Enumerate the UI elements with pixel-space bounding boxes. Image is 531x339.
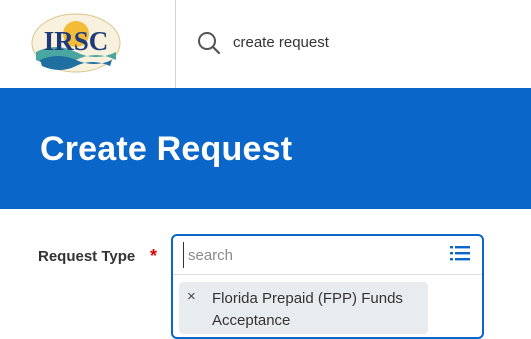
request-type-search-input[interactable] [183, 242, 438, 268]
required-marker: * [150, 246, 158, 266]
top-bar: IRSC create request [0, 0, 531, 88]
irsc-logo[interactable]: IRSC [30, 12, 122, 74]
logo-text: IRSC [44, 26, 109, 56]
selected-item-pill[interactable]: × Florida Prepaid (FPP) Funds Acceptance [179, 282, 428, 334]
header-divider [175, 0, 176, 88]
close-icon[interactable]: × [187, 288, 196, 305]
page-title-banner: Create Request [0, 88, 531, 209]
list-icon[interactable] [450, 244, 470, 262]
request-type-label: Request Type [38, 248, 136, 265]
request-type-prompt[interactable]: × Florida Prepaid (FPP) Funds Acceptance [171, 234, 484, 339]
search-icon[interactable] [196, 30, 222, 56]
selected-item-label: Florida Prepaid (FPP) Funds Acceptance [212, 290, 403, 329]
prompt-separator [173, 274, 482, 275]
logo-mark: IRSC [31, 13, 121, 73]
page-title: Create Request [40, 130, 293, 168]
global-search-input[interactable]: create request [233, 34, 329, 51]
